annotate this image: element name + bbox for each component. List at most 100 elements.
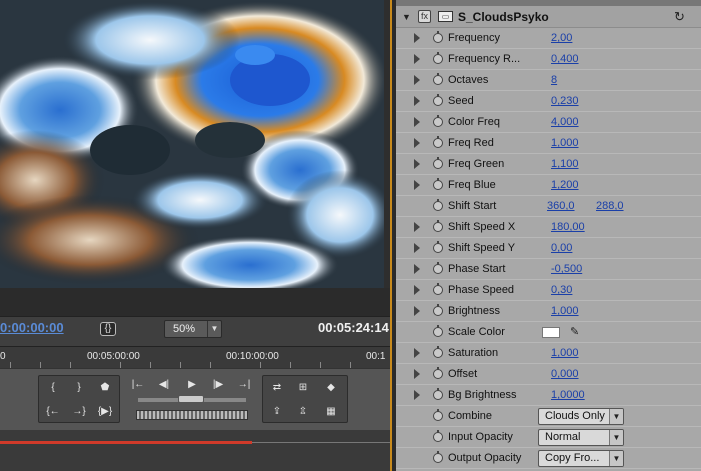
extract-icon[interactable]: ⇫: [293, 404, 313, 420]
param-label: Color Freq: [448, 116, 500, 128]
jog-handle[interactable]: [178, 395, 204, 403]
twirl-expand-icon[interactable]: [414, 222, 420, 232]
param-value[interactable]: 2,00: [551, 32, 572, 44]
param-label: Shift Start: [448, 200, 497, 212]
twirl-expand-icon[interactable]: [414, 117, 420, 127]
chevron-down-icon: ▼: [207, 321, 221, 337]
param-value[interactable]: 4,000: [551, 116, 579, 128]
go-to-in-icon[interactable]: {←: [43, 404, 63, 420]
play-icon[interactable]: ▶: [182, 377, 202, 393]
collapse-icon[interactable]: ▼: [402, 12, 411, 22]
stopwatch-icon[interactable]: [433, 346, 443, 358]
safe-margins-icon[interactable]: ⊞: [293, 380, 313, 396]
go-to-out-icon[interactable]: →}: [69, 404, 89, 420]
stopwatch-icon[interactable]: [433, 367, 443, 379]
twirl-expand-icon[interactable]: [414, 285, 420, 295]
stopwatch-icon[interactable]: [433, 409, 443, 421]
stopwatch-icon[interactable]: [433, 262, 443, 274]
twirl-expand-icon[interactable]: [414, 348, 420, 358]
stopwatch-icon[interactable]: [433, 220, 443, 232]
go-to-end-icon[interactable]: →|: [234, 377, 254, 393]
stopwatch-icon[interactable]: [433, 388, 443, 400]
stopwatch-icon[interactable]: [433, 73, 443, 85]
dropdown-value: Clouds Only: [545, 410, 605, 422]
param-value[interactable]: 0,000: [551, 368, 579, 380]
param-value[interactable]: -0,500: [551, 263, 582, 275]
twirl-expand-icon[interactable]: [414, 96, 420, 106]
stopwatch-icon[interactable]: [433, 178, 443, 190]
step-forward-icon[interactable]: |▶: [208, 377, 228, 393]
ruler-label: 00:05:00:00: [87, 351, 140, 362]
twirl-expand-icon[interactable]: [414, 243, 420, 253]
param-value[interactable]: 1,200: [551, 179, 579, 191]
stopwatch-icon[interactable]: [433, 451, 443, 463]
param-dropdown[interactable]: Clouds Only ▼: [538, 408, 624, 425]
param-label: Output Opacity: [448, 452, 522, 464]
stopwatch-icon[interactable]: [433, 31, 443, 43]
twirl-expand-icon[interactable]: [414, 54, 420, 64]
stopwatch-icon[interactable]: [433, 157, 443, 169]
effect-header[interactable]: ▼ fx ▭ S_CloudsPsyko ↻: [396, 6, 701, 28]
stopwatch-icon[interactable]: [433, 283, 443, 295]
work-area-bar[interactable]: [0, 441, 252, 444]
param-value[interactable]: 180,00: [551, 221, 585, 233]
param-value[interactable]: 0,230: [551, 95, 579, 107]
twirl-expand-icon[interactable]: [414, 306, 420, 316]
param-value[interactable]: 0,30: [551, 284, 572, 296]
param-dropdown[interactable]: Normal ▼: [538, 429, 624, 446]
zoom-level-select[interactable]: 50% ▼: [164, 320, 222, 338]
step-back-icon[interactable]: |←: [128, 377, 148, 393]
stopwatch-icon[interactable]: [433, 325, 443, 337]
param-value[interactable]: 0,400: [551, 53, 579, 65]
effect-toggle-icon[interactable]: fx: [418, 10, 431, 23]
stopwatch-icon[interactable]: [433, 199, 443, 211]
twirl-expand-icon[interactable]: [414, 138, 420, 148]
twirl-expand-icon[interactable]: [414, 369, 420, 379]
rewind-icon[interactable]: ◀|: [154, 377, 174, 393]
app-window: 0:00:00:00 {} 50% ▼ 00:05:24:14 0 00:05:…: [0, 0, 701, 471]
export-frame-icon[interactable]: ▦: [321, 404, 341, 420]
param-value[interactable]: 8: [551, 74, 557, 86]
set-marker-icon[interactable]: ⬟: [95, 380, 115, 396]
output-icon[interactable]: ◆: [321, 380, 341, 396]
chevron-down-icon: ▼: [609, 451, 623, 466]
twirl-expand-icon[interactable]: [414, 33, 420, 43]
param-value-secondary[interactable]: 288,0: [596, 200, 624, 212]
param-value[interactable]: 1,100: [551, 158, 579, 170]
stopwatch-icon[interactable]: [433, 115, 443, 127]
param-dropdown[interactable]: Copy Fro... ▼: [538, 450, 624, 467]
stopwatch-icon[interactable]: [433, 304, 443, 316]
current-timecode[interactable]: 0:00:00:00: [0, 320, 64, 335]
param-value[interactable]: 1,0000: [551, 389, 585, 401]
stopwatch-icon[interactable]: [433, 136, 443, 148]
param-value[interactable]: 0,00: [551, 242, 572, 254]
mark-in-icon[interactable]: {: [43, 380, 63, 396]
twirl-expand-icon[interactable]: [414, 390, 420, 400]
stopwatch-icon[interactable]: [433, 52, 443, 64]
param-value[interactable]: 360,0: [547, 200, 575, 212]
reset-icon[interactable]: ↻: [674, 9, 685, 25]
eyedropper-icon[interactable]: ✎: [570, 325, 579, 338]
twirl-expand-icon[interactable]: [414, 264, 420, 274]
loop-icon[interactable]: ⇄: [267, 380, 287, 396]
twirl-expand-icon[interactable]: [414, 159, 420, 169]
twirl-expand-icon[interactable]: [414, 75, 420, 85]
stopwatch-icon[interactable]: [433, 241, 443, 253]
stopwatch-icon[interactable]: [433, 430, 443, 442]
mark-out-icon[interactable]: }: [69, 380, 89, 396]
lift-icon[interactable]: ⇪: [267, 404, 287, 420]
fit-frame-icon[interactable]: {}: [100, 322, 116, 336]
play-in-to-out-icon[interactable]: {▶}: [95, 404, 115, 420]
param-label: Frequency: [448, 32, 500, 44]
color-swatch[interactable]: [542, 327, 560, 338]
effect-name: S_CloudsPsyko: [458, 10, 549, 24]
duration-timecode: 00:05:24:14: [318, 320, 389, 335]
shuttle-slider[interactable]: [136, 410, 248, 420]
param-value[interactable]: 1,000: [551, 137, 579, 149]
param-row-scale-color: Scale Color ✎: [396, 322, 701, 343]
time-ruler[interactable]: 0 00:05:00:00 00:10:00:00 00:1: [0, 346, 390, 368]
param-value[interactable]: 1,000: [551, 347, 579, 359]
stopwatch-icon[interactable]: [433, 94, 443, 106]
twirl-expand-icon[interactable]: [414, 180, 420, 190]
param-value[interactable]: 1,000: [551, 305, 579, 317]
